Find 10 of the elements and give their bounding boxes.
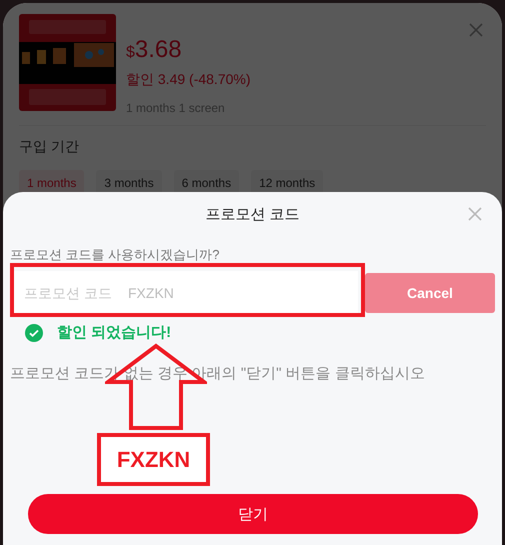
- close-button[interactable]: 닫기: [28, 494, 478, 534]
- dialog-title: 프로모션 코드: [205, 204, 300, 224]
- price: $3.68: [126, 36, 183, 65]
- period-label: 구입 기간: [19, 138, 80, 156]
- discount-text: 할인 3.49 (-48.70%): [126, 71, 250, 89]
- question-text: 프로모션 코드를 사용하시겠습니까?: [10, 246, 220, 264]
- check-icon: [25, 324, 43, 342]
- cancel-button[interactable]: Cancel: [365, 273, 495, 313]
- success-message: 할인 되었습니다!: [57, 323, 172, 342]
- code-callout: FXZKN: [97, 433, 210, 486]
